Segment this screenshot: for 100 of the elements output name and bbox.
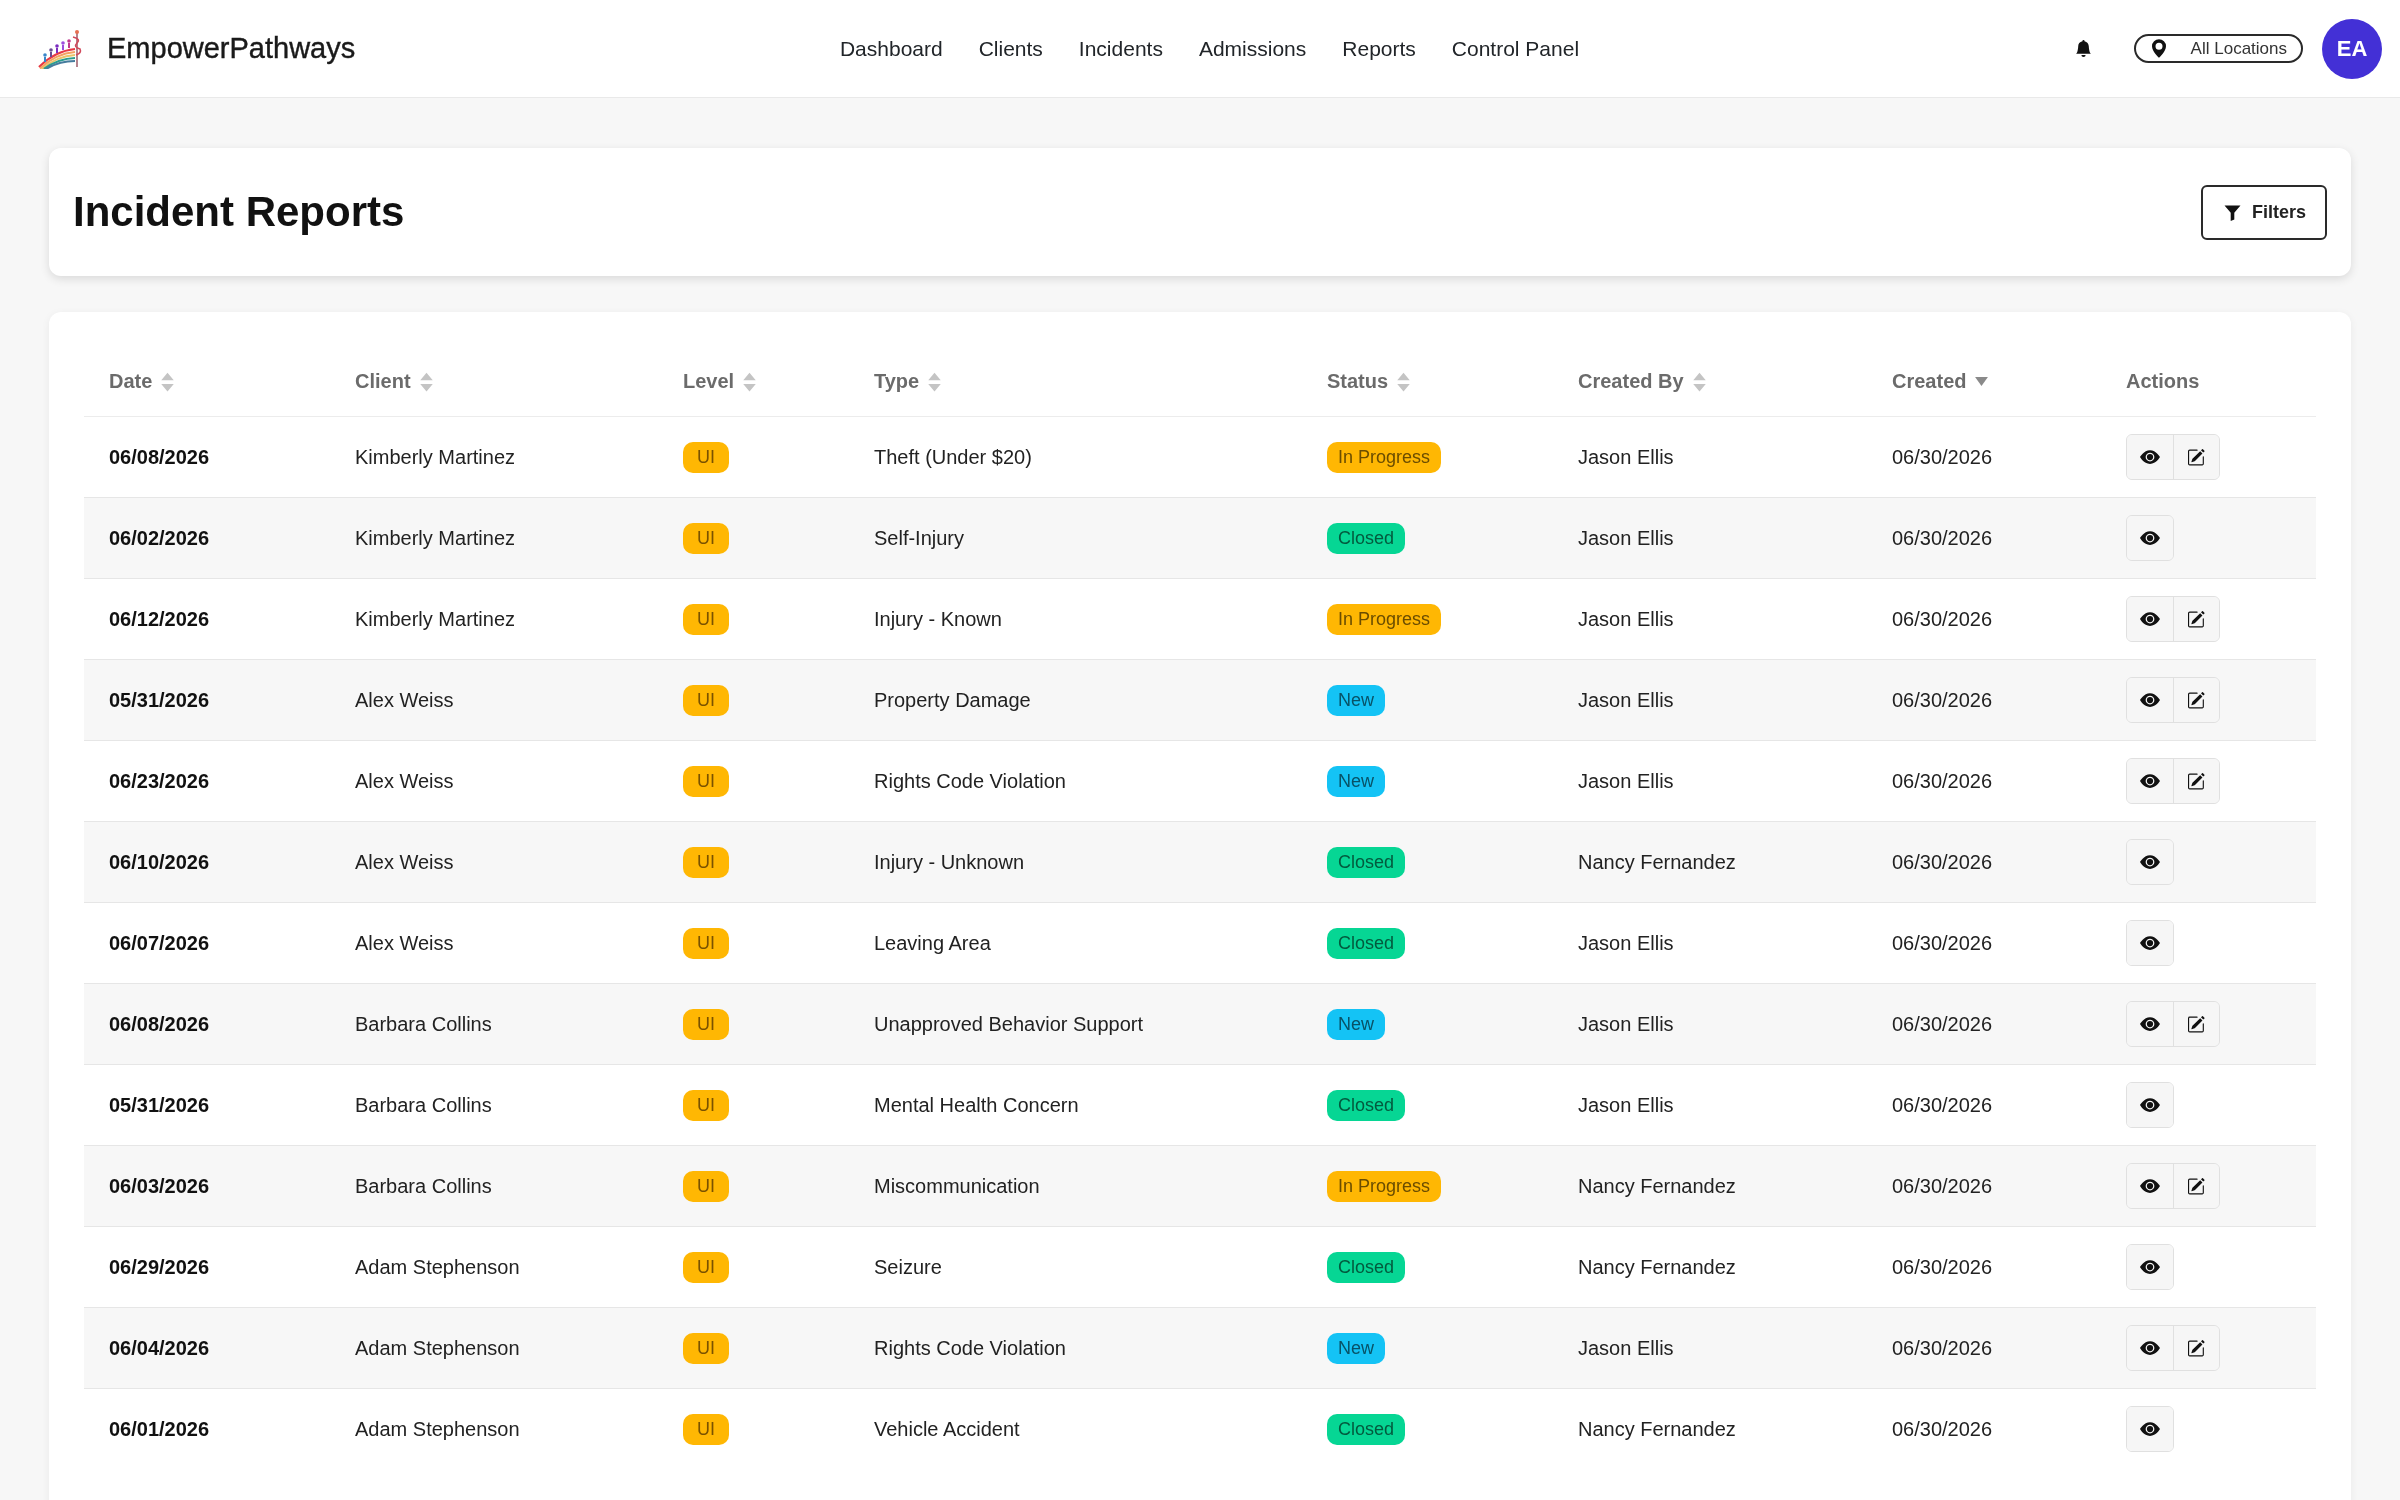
level-badge: UI (683, 522, 729, 554)
client-name: Alex Weiss (355, 931, 454, 954)
eye-icon (2140, 936, 2160, 950)
status-badge: In Progress (1327, 603, 1442, 635)
status-badge: Closed (1327, 1413, 1406, 1445)
created-date: 06/30/2026 (1892, 1012, 1993, 1035)
column-header[interactable]: Date (109, 370, 153, 393)
created-date: 06/30/2026 (1892, 850, 1993, 873)
edit-button[interactable] (2173, 435, 2219, 479)
creator-name: Jason Ellis (1578, 769, 1674, 792)
client-name: Barbara Collins (355, 1174, 492, 1197)
client-name: Barbara Collins (355, 1093, 492, 1116)
created-date: 06/30/2026 (1892, 445, 1993, 468)
column-header: Actions (2126, 370, 2200, 393)
incident-date: 06/10/2026 (109, 850, 210, 873)
eye-icon (2140, 1260, 2160, 1274)
created-date: 06/30/2026 (1892, 769, 1993, 792)
incident-date: 06/03/2026 (109, 1174, 210, 1197)
incident-type: Mental Health Concern (874, 1093, 1079, 1116)
edit-icon (2188, 772, 2205, 790)
bell-icon[interactable] (2074, 39, 2092, 58)
eye-icon (2140, 693, 2160, 707)
level-badge: UI (683, 846, 729, 878)
creator-name: Jason Ellis (1578, 1093, 1674, 1116)
creator-name: Nancy Fernandez (1578, 1255, 1736, 1278)
incident-type: Rights Code Violation (874, 769, 1066, 792)
incident-date: 06/04/2026 (109, 1336, 210, 1359)
column-header[interactable]: Status (1327, 370, 1389, 393)
nav-link[interactable]: Reports (1342, 36, 1416, 61)
creator-name: Jason Ellis (1578, 1336, 1674, 1359)
filters-button[interactable]: Filters (2200, 184, 2327, 240)
eye-icon (2140, 531, 2160, 545)
created-date: 06/30/2026 (1892, 1174, 1993, 1197)
view-button[interactable] (2127, 1245, 2173, 1289)
client-name: Adam Stephenson (355, 1336, 520, 1359)
incident-type: Property Damage (874, 688, 1031, 711)
incident-type: Seizure (874, 1255, 942, 1278)
eye-icon (2140, 1017, 2160, 1031)
nav-link[interactable]: Dashboard (839, 36, 943, 61)
incident-type: Miscommunication (874, 1174, 1040, 1197)
sort-descending-icon[interactable] (1975, 377, 1989, 386)
edit-button[interactable] (2173, 678, 2219, 722)
edit-button[interactable] (2173, 597, 2219, 641)
client-name: Kimberly Martinez (355, 445, 516, 468)
nav-link[interactable]: Clients (978, 36, 1043, 61)
created-date: 06/30/2026 (1892, 1093, 1993, 1116)
status-badge: In Progress (1327, 1170, 1442, 1202)
edit-button[interactable] (2173, 759, 2219, 803)
edit-button[interactable] (2173, 1002, 2219, 1046)
nav-link[interactable]: Incidents (1078, 36, 1163, 61)
creator-name: Jason Ellis (1578, 931, 1674, 954)
client-name: Alex Weiss (355, 769, 454, 792)
incident-date: 05/31/2026 (109, 1093, 210, 1116)
level-badge: UI (683, 1089, 729, 1121)
status-badge: New (1327, 765, 1385, 797)
created-date: 06/30/2026 (1892, 931, 1993, 954)
incident-date: 06/23/2026 (109, 769, 210, 792)
column-header[interactable]: Created By (1578, 370, 1684, 393)
client-name: Kimberly Martinez (355, 607, 516, 630)
location-selector[interactable]: All Locations (2133, 34, 2303, 63)
view-button[interactable] (2127, 1407, 2173, 1451)
level-badge: UI (683, 441, 729, 473)
view-button[interactable] (2127, 516, 2173, 560)
eye-icon (2140, 855, 2160, 869)
page-title: Incident Reports (73, 188, 405, 236)
created-date: 06/30/2026 (1892, 607, 1993, 630)
column-header[interactable]: Created (1892, 370, 1967, 393)
edit-button[interactable] (2173, 1164, 2219, 1208)
status-badge: In Progress (1327, 441, 1442, 473)
created-date: 06/30/2026 (1892, 688, 1993, 711)
nav-link[interactable]: Control Panel (1451, 36, 1580, 61)
edit-button[interactable] (2173, 1326, 2219, 1370)
user-avatar[interactable]: EA (2322, 18, 2382, 79)
created-date: 06/30/2026 (1892, 1417, 1993, 1440)
creator-name: Jason Ellis (1578, 688, 1674, 711)
incident-type: Self-Injury (874, 526, 965, 549)
status-badge: Closed (1327, 1089, 1406, 1121)
status-badge: Closed (1327, 522, 1406, 554)
rainbow-path-logo-icon[interactable] (37, 28, 84, 69)
incident-date: 06/08/2026 (109, 445, 210, 468)
edit-icon (2188, 610, 2205, 628)
creator-name: Nancy Fernandez (1578, 850, 1736, 873)
brand-name[interactable]: EmpowerPathways (107, 32, 356, 65)
incident-type: Rights Code Violation (874, 1336, 1066, 1359)
column-header[interactable]: Level (683, 370, 735, 393)
view-button[interactable] (2127, 1083, 2173, 1127)
incident-date: 06/08/2026 (109, 1012, 210, 1035)
status-badge: Closed (1327, 927, 1406, 959)
incident-date: 06/12/2026 (109, 607, 210, 630)
level-badge: UI (683, 603, 729, 635)
view-button[interactable] (2127, 840, 2173, 884)
level-badge: UI (683, 1251, 729, 1283)
column-header[interactable]: Type (874, 370, 920, 393)
client-name: Adam Stephenson (355, 1255, 520, 1278)
view-button[interactable] (2127, 921, 2173, 965)
nav-link[interactable]: Admissions (1198, 36, 1307, 61)
map-pin-icon (2151, 39, 2166, 58)
level-badge: UI (683, 684, 729, 716)
created-date: 06/30/2026 (1892, 526, 1993, 549)
column-header[interactable]: Client (355, 370, 411, 393)
